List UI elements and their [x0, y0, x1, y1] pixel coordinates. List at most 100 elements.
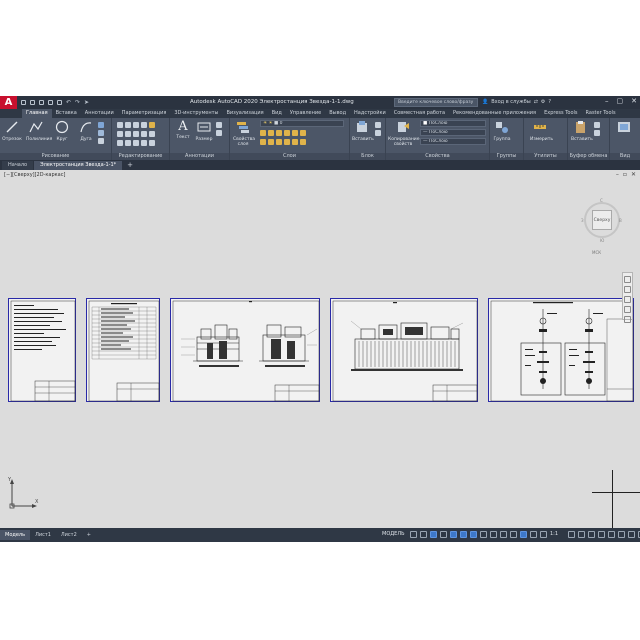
dynamic-ucs-icon[interactable] — [510, 531, 517, 538]
application-menu-button[interactable]: A — [0, 96, 17, 109]
viewcube-north[interactable]: С — [600, 198, 603, 203]
polar-icon[interactable] — [440, 531, 447, 538]
offset-icon[interactable] — [149, 131, 155, 137]
lineweight-toggle-icon[interactable] — [480, 531, 487, 538]
cut-icon[interactable] — [594, 130, 600, 136]
rectangle-icon[interactable] — [98, 122, 104, 128]
steering-wheel-icon[interactable] — [624, 276, 631, 283]
match-properties-tool[interactable]: Копирование свойств — [388, 120, 419, 147]
layer-properties-tool[interactable]: Свойства слоя — [233, 120, 255, 147]
tab-parametric[interactable]: Параметризация — [118, 109, 171, 118]
clean-screen-icon[interactable] — [628, 531, 635, 538]
view-tool[interactable] — [614, 120, 634, 137]
close-icon[interactable]: ✕ — [631, 97, 637, 105]
edit-block-icon[interactable] — [375, 130, 381, 136]
edit-icon[interactable] — [149, 122, 155, 128]
tab-annotate[interactable]: Аннотации — [81, 109, 118, 118]
transparency-icon[interactable] — [490, 531, 497, 538]
layer-isolate-icon[interactable] — [268, 130, 274, 136]
layout-tab-sheet2[interactable]: Лист2 — [56, 530, 82, 540]
tab-visualize[interactable]: Визуализация — [222, 109, 267, 118]
arc-tool[interactable]: Дуга — [76, 120, 96, 142]
ortho-icon[interactable] — [430, 531, 437, 538]
pan-icon[interactable] — [624, 286, 631, 293]
dimension-tool[interactable]: Размер — [194, 120, 214, 142]
copy-icon[interactable] — [117, 131, 123, 137]
drawing-sheet-container[interactable] — [330, 298, 478, 402]
leader-icon[interactable] — [216, 122, 222, 128]
layer-merge-icon[interactable] — [300, 139, 306, 145]
annotation-visibility-icon[interactable] — [520, 531, 527, 538]
units-icon[interactable] — [588, 531, 595, 538]
layout-tab-sheet1[interactable]: Лист1 — [30, 530, 56, 540]
annotation-scale-icon[interactable] — [540, 531, 547, 538]
showmotion-icon[interactable] — [624, 316, 631, 323]
new-file-icon[interactable] — [20, 99, 27, 106]
file-tab-drawing[interactable]: Электростанция Звезда-1-1* — [34, 161, 123, 170]
annotation-scale-value[interactable]: 1:1 — [550, 531, 558, 537]
exchange-icon[interactable]: ⚙ — [541, 99, 545, 105]
drawing-sheet-notes[interactable] — [8, 298, 76, 402]
copy-clip-icon[interactable] — [594, 122, 600, 128]
layer-current-icon[interactable] — [300, 130, 306, 136]
tab-collaborate[interactable]: Совместная работа — [390, 109, 449, 118]
layer-on-icon[interactable] — [284, 139, 290, 145]
cart-icon[interactable]: ⇄ — [534, 99, 538, 105]
tab-manage[interactable]: Управление — [286, 109, 325, 118]
break-icon[interactable] — [141, 140, 147, 146]
layer-freeze-icon[interactable] — [276, 130, 282, 136]
file-tab-start[interactable]: Начало — [2, 161, 34, 170]
redo-icon[interactable]: ↷ — [74, 99, 81, 106]
linetype-dropdown[interactable]: — ПоСлою — [420, 129, 486, 136]
paste-tool[interactable]: Вставить — [571, 120, 593, 142]
layer-off-icon[interactable] — [260, 130, 266, 136]
undo-icon[interactable]: ↶ — [65, 99, 72, 106]
isodraft-icon[interactable] — [450, 531, 457, 538]
tab-featured-apps[interactable]: Рекомендованные приложения — [449, 109, 540, 118]
tab-output[interactable]: Вывод — [325, 109, 350, 118]
hatch-icon[interactable] — [98, 130, 104, 136]
viewcube-south[interactable]: Ю — [600, 238, 604, 243]
erase-icon[interactable] — [141, 122, 147, 128]
create-block-icon[interactable] — [375, 122, 381, 128]
restore-icon[interactable]: ▢ — [617, 97, 624, 105]
save-as-icon[interactable] — [47, 99, 54, 106]
selection-cycling-icon[interactable] — [500, 531, 507, 538]
help-button[interactable]: ? — [548, 99, 551, 105]
new-tab-icon[interactable]: + — [123, 161, 137, 170]
drawing-canvas[interactable]: [−][Сверху][2D-каркас] – ▫ ✕ С Ю В З Све… — [0, 170, 640, 528]
share-icon[interactable]: ➤ — [83, 99, 90, 106]
sign-in-button[interactable]: Вход в службы — [491, 99, 530, 105]
minimize-icon[interactable]: – — [605, 97, 609, 105]
layer-lock-tool-icon[interactable] — [284, 130, 290, 136]
tab-addins[interactable]: Надстройки — [350, 109, 390, 118]
text-tool[interactable]: A Текст — [173, 120, 193, 141]
polyline-tool[interactable]: Полилиния — [26, 120, 52, 142]
drawing-sheet-views[interactable] — [170, 298, 320, 402]
orbit-icon[interactable] — [624, 306, 631, 313]
gradient-icon[interactable] — [98, 138, 104, 144]
workspace-gear-icon[interactable] — [568, 531, 575, 538]
layer-unlock-icon[interactable] — [276, 139, 282, 145]
open-folder-icon[interactable] — [29, 99, 36, 106]
search-input[interactable]: Введите ключевое слово/фразу — [394, 98, 478, 107]
plus-annotation-icon[interactable] — [578, 531, 585, 538]
tab-express-tools[interactable]: Express Tools — [540, 109, 581, 118]
tab-view[interactable]: Вид — [268, 109, 286, 118]
layer-unisolate-icon[interactable] — [260, 139, 266, 145]
fillet-icon[interactable] — [133, 131, 139, 137]
tab-raster-tools[interactable]: Raster Tools — [582, 109, 620, 118]
line-tool[interactable]: Отрезок — [2, 120, 22, 142]
rotate-icon[interactable] — [125, 122, 131, 128]
canvas-close-icon[interactable]: ✕ — [631, 171, 636, 178]
scale-icon[interactable] — [125, 140, 131, 146]
wcs-menu[interactable]: МСК — [592, 250, 601, 255]
viewcube-west[interactable]: З — [581, 218, 584, 223]
zoom-icon[interactable] — [624, 296, 631, 303]
viewcube-top-face[interactable]: Сверху — [592, 210, 612, 230]
move-icon[interactable] — [117, 122, 123, 128]
plot-icon[interactable] — [56, 99, 63, 106]
tab-3d-tools[interactable]: 3D-инструменты — [170, 109, 222, 118]
layer-match-icon[interactable] — [292, 130, 298, 136]
grid-icon[interactable] — [410, 531, 417, 538]
